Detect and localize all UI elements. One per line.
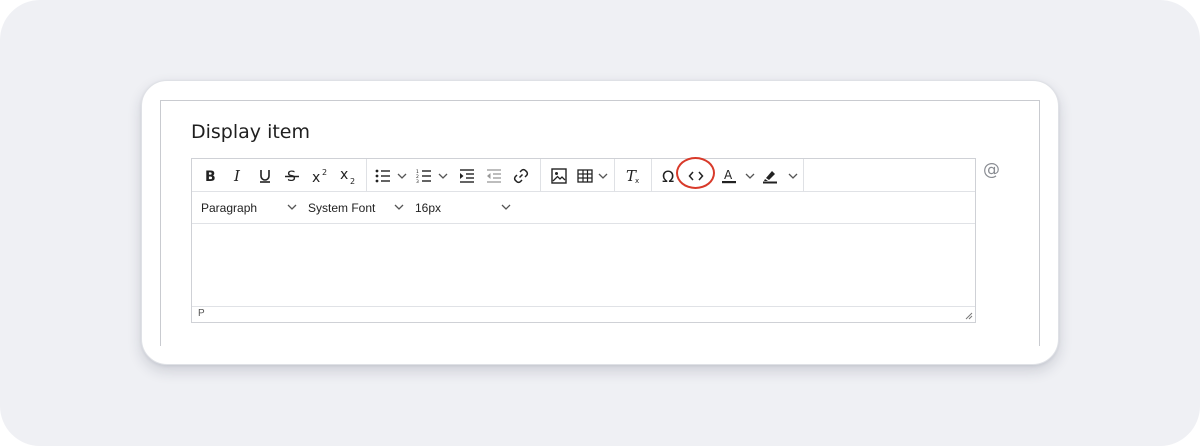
editor-statusbar: P [192, 306, 975, 322]
svg-text:3: 3 [416, 179, 419, 183]
omega-icon: Ω [662, 168, 674, 184]
font-size-value: 16px [415, 201, 442, 215]
svg-text:x: x [312, 170, 320, 184]
subscript-button[interactable]: x2 [336, 163, 360, 188]
toolbar-group-text-style: B I S x2 x2 [192, 159, 367, 192]
special-character-button[interactable]: Ω [657, 163, 681, 188]
indent-icon [460, 168, 474, 183]
numbered-list-button[interactable]: 123 [415, 163, 449, 188]
chevron-down-icon [788, 173, 798, 179]
link-icon [513, 168, 529, 183]
chevron-down-icon [438, 173, 448, 179]
strikethrough-button[interactable]: S [280, 163, 304, 188]
image-button[interactable] [547, 163, 571, 188]
link-button[interactable] [509, 163, 533, 188]
clear-formatting-icon: Tx [626, 168, 639, 184]
table-button[interactable] [575, 163, 609, 188]
svg-text:A: A [724, 168, 733, 182]
code-icon [688, 171, 704, 180]
editor-content-area[interactable] [192, 225, 975, 307]
element-path[interactable]: P [198, 308, 205, 319]
outdent-icon [487, 168, 501, 183]
chevron-down-icon [287, 204, 297, 210]
svg-text:I: I [233, 168, 241, 184]
format-toolbar: Paragraph System Font 16px [192, 192, 975, 224]
bold-button[interactable]: B [198, 163, 222, 188]
outdent-button[interactable] [482, 163, 506, 188]
italic-button[interactable]: I [226, 163, 250, 188]
toolbar-group-insert [541, 159, 615, 192]
clear-formatting-button[interactable]: Tx [621, 163, 645, 188]
highlight-color-button[interactable] [760, 163, 800, 188]
text-color-icon: A [722, 168, 736, 183]
toolbar-group-lists: 123 [367, 159, 541, 192]
svg-text:2: 2 [350, 177, 355, 184]
block-format-value: Paragraph [201, 201, 258, 215]
resize-handle-icon[interactable] [965, 312, 973, 320]
field-label: Display item [191, 121, 311, 143]
chevron-down-icon [397, 173, 407, 179]
underline-icon [260, 169, 270, 183]
superscript-icon: x2 [312, 168, 327, 184]
bullet-list-icon [375, 169, 390, 182]
chevron-down-icon [394, 204, 404, 210]
font-size-select[interactable]: 16px [415, 192, 515, 224]
at-sign-icon[interactable]: @ [983, 160, 1003, 180]
rich-text-editor: B I S x2 x2 123 T x Ω A Paragraph System… [191, 158, 976, 323]
toolbar-group-misc: Ω A [652, 159, 804, 192]
superscript-button[interactable]: x2 [308, 163, 332, 188]
chevron-down-icon [501, 204, 511, 210]
strikethrough-icon: S [285, 169, 299, 184]
font-family-select[interactable]: System Font [308, 192, 408, 224]
font-family-value: System Font [308, 201, 376, 215]
block-format-select[interactable]: Paragraph [201, 192, 301, 224]
text-color-button[interactable]: A [720, 163, 756, 188]
svg-text:B: B [205, 169, 216, 184]
subscript-icon: x2 [340, 168, 355, 184]
svg-text:2: 2 [322, 168, 327, 177]
image-icon [551, 167, 567, 184]
chevron-down-icon [598, 173, 607, 179]
source-code-button[interactable] [684, 163, 708, 188]
highlighter-icon [763, 170, 777, 183]
numbered-list-icon: 123 [416, 169, 431, 183]
bullet-list-button[interactable] [374, 163, 408, 188]
underline-button[interactable] [253, 163, 277, 188]
svg-text:Ω: Ω [662, 168, 674, 184]
svg-text:x: x [635, 177, 639, 184]
editor-toolbar: B I S x2 x2 123 T x Ω A [192, 159, 975, 192]
toolbar-group-clear: Tx [615, 159, 652, 192]
table-icon [576, 168, 593, 183]
indent-button[interactable] [455, 163, 479, 188]
italic-icon: I [233, 168, 241, 184]
svg-text:x: x [340, 168, 348, 183]
bold-icon: B [205, 169, 216, 184]
chevron-down-icon [745, 173, 755, 179]
